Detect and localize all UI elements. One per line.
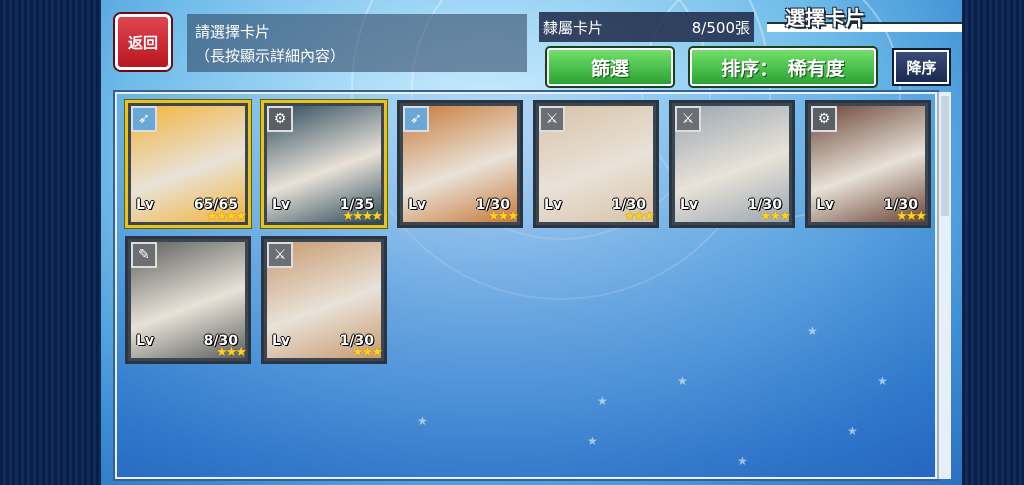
gear-icon: ⚙ [267, 106, 293, 132]
card-rarity-stars: ★★★★ [342, 209, 383, 224]
card-item[interactable]: ⚔ Lv 1/30 ★★★ [261, 236, 387, 364]
card-item[interactable]: ➶ Lv 1/30 ★★★ [397, 100, 523, 228]
card-item[interactable]: ⚔ Lv 1/30 ★★★ [669, 100, 795, 228]
card-item[interactable]: ⚙ Lv 1/30 ★★★ [805, 100, 931, 228]
gear-icon: ⚙ [811, 106, 837, 132]
card-lv-label: Lv [544, 197, 563, 213]
card-count-label: 隸屬卡片 [543, 18, 604, 37]
card-count-box: 隸屬卡片 8/500張 [539, 12, 754, 42]
instruction-box: 請選擇卡片 （長按顯示詳細內容） [187, 14, 527, 72]
card-lv-label: Lv [272, 333, 291, 349]
card-item[interactable]: ⚔ Lv 1/30 ★★★ [533, 100, 659, 228]
card-rarity-stars: ★★★ [760, 209, 791, 224]
instruction-line2: （長按顯示詳細內容） [195, 47, 346, 65]
card-rarity-stars: ★★★★ [206, 209, 247, 224]
card-lv-label: Lv [136, 333, 155, 349]
sword-icon: ⚔ [675, 106, 701, 132]
card-rarity-stars: ★★★ [216, 345, 247, 360]
sword-icon: ⚔ [539, 106, 565, 132]
scrollbar-thumb[interactable] [941, 96, 949, 216]
card-lv-label: Lv [272, 197, 291, 213]
right-border [962, 0, 1024, 485]
card-item[interactable]: ✎ Lv 8/30 ★★★ [125, 236, 251, 364]
card-item[interactable]: ➶ Lv 65/65 ★★★★ [125, 100, 251, 228]
instruction-line1: 請選擇卡片 [195, 23, 271, 41]
screen-title-text: 選擇卡片 [785, 6, 865, 30]
bow-icon: ➶ [131, 106, 157, 132]
sort-button[interactable]: 排序： 稀有度 [690, 48, 876, 86]
wrench-icon: ✎ [131, 242, 157, 268]
card-count-value: 8/500張 [691, 18, 750, 37]
card-lv-label: Lv [136, 197, 155, 213]
filter-button[interactable]: 篩選 [547, 48, 673, 86]
card-rarity-stars: ★★★ [352, 345, 383, 360]
card-lv-label: Lv [680, 197, 699, 213]
screen-title: 選擇卡片 [767, 2, 962, 32]
sort-order-button[interactable]: 降序 [894, 50, 949, 84]
card-lv-label: Lv [816, 197, 835, 213]
card-rarity-stars: ★★★ [896, 209, 927, 224]
card-lv-label: Lv [408, 197, 427, 213]
back-button[interactable]: 返回 [115, 14, 171, 70]
card-select-screen: 返回 請選擇卡片 （長按顯示詳細內容） 隸屬卡片 8/500張 選擇卡片 篩選 … [101, 0, 962, 485]
left-border [0, 0, 101, 485]
scrollbar[interactable] [937, 92, 951, 479]
bow-icon: ➶ [403, 106, 429, 132]
card-list-panel: ★ ★ ★ ★ ★ ★ ★ ★ ➶ Lv 65/65 ★★★★ ⚙ Lv 1/35 ★★★★ ➶… [115, 92, 937, 479]
card-rarity-stars: ★★★ [488, 209, 519, 224]
card-rarity-stars: ★★★ [624, 209, 655, 224]
sword-icon: ⚔ [267, 242, 293, 268]
card-item[interactable]: ⚙ Lv 1/35 ★★★★ [261, 100, 387, 228]
